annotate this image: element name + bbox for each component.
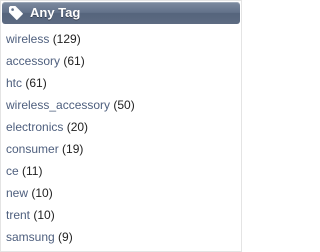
tag-count: (61)	[63, 54, 85, 68]
tag-item: wireless (129)	[6, 30, 135, 52]
tag-link-samsung[interactable]: samsung	[6, 230, 55, 244]
panel-title: Any Tag	[30, 5, 81, 20]
tag-link-wireless-accessory[interactable]: wireless_accessory	[6, 98, 110, 112]
tag-item: consumer (19)	[6, 140, 135, 162]
tag-link-htc[interactable]: htc	[6, 76, 22, 90]
tag-count: (129)	[52, 32, 81, 46]
tag-item: electronics (20)	[6, 118, 135, 140]
tag-count: (9)	[58, 230, 73, 244]
tag-item: accessory (61)	[6, 52, 135, 74]
tag-item: ce (11)	[6, 162, 135, 184]
tag-link-trent[interactable]: trent	[6, 208, 30, 222]
tag-link-ce[interactable]: ce	[6, 164, 19, 178]
tag-count: (11)	[22, 164, 43, 178]
tag-icon	[8, 5, 24, 21]
tag-count: (61)	[25, 76, 47, 90]
tag-link-wireless[interactable]: wireless	[6, 32, 49, 46]
tag-link-electronics[interactable]: electronics	[6, 120, 63, 134]
tag-item: trent (10)	[6, 206, 135, 228]
tag-link-accessory[interactable]: accessory	[6, 54, 60, 68]
tag-link-new[interactable]: new	[6, 186, 28, 200]
tag-count: (20)	[66, 120, 89, 134]
tag-link-consumer[interactable]: consumer	[6, 142, 59, 156]
tag-item: new (10)	[6, 184, 135, 206]
tag-count: (10)	[33, 208, 55, 222]
tag-item: wireless_accessory (50)	[6, 96, 135, 118]
tag-count: (50)	[113, 98, 135, 112]
tag-item: samsung (9)	[6, 228, 135, 250]
tag-count: (10)	[31, 186, 53, 200]
panel-header: Any Tag	[2, 2, 240, 24]
tag-cloud-panel: Any Tag wireless (129) accessory (61) ht…	[0, 0, 242, 252]
tag-item: htc (61)	[6, 74, 135, 96]
tag-list: wireless (129) accessory (61) htc (61) w…	[6, 30, 135, 250]
tag-count: (19)	[62, 142, 84, 156]
